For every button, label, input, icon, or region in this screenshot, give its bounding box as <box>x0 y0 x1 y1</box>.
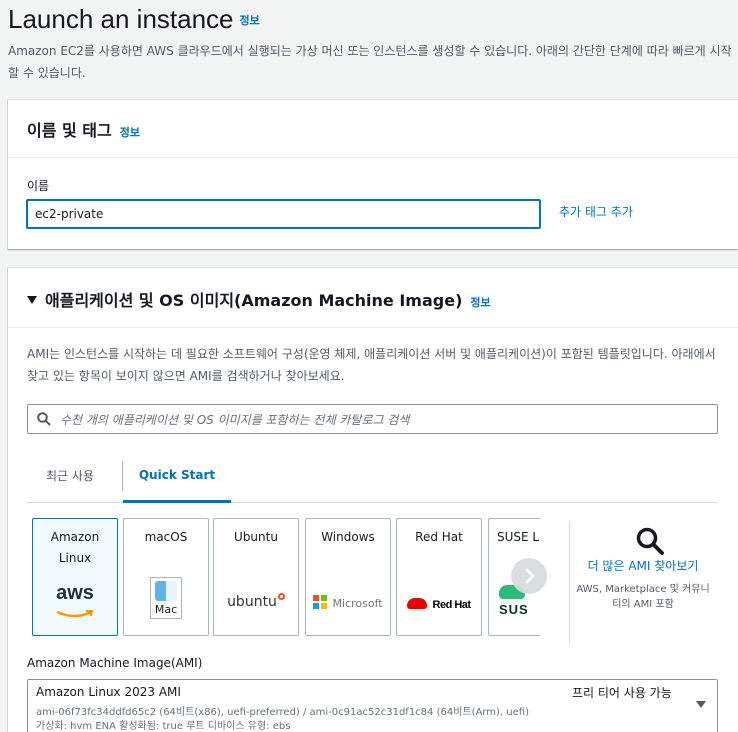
card-label: Amazon Linux <box>50 530 100 565</box>
ubuntu-circle-icon <box>277 593 285 600</box>
card-label: SUSE Li <box>497 530 540 544</box>
ami-panel: 애플리케이션 및 OS 이미지(Amazon Machine Image) 정보 … <box>8 268 738 732</box>
tab-quick-start[interactable]: Quick Start <box>123 461 231 503</box>
logo-text: ubuntu <box>227 594 277 610</box>
card-label: Windows <box>321 530 375 544</box>
ami-name: Amazon Linux 2023 AMI <box>36 685 181 699</box>
redhat-logo-icon: Red Hat <box>397 593 481 612</box>
card-label: macOS <box>144 530 188 544</box>
logo-text: Red Hat <box>432 599 472 611</box>
ami-label: Amazon Machine Image(AMI) <box>27 656 203 670</box>
ami-attributes: 가상화: hvm ENA 활성화됨: true 루트 디바이스 유형: ebs <box>36 721 291 732</box>
logo-text: aws <box>56 582 94 604</box>
aws-smile-icon <box>56 610 94 618</box>
logo-text: Microsoft <box>332 597 383 610</box>
ami-select[interactable]: Amazon Linux 2023 AMI ami-06f73fc34ddfd6… <box>27 679 718 732</box>
panel-title-text: 애플리케이션 및 OS 이미지(Amazon Machine Image) <box>45 291 463 310</box>
browse-more-amis-subtext: AWS, Marketplace 및 커뮤니티의 AMI 포함 <box>576 584 710 610</box>
panel-header: 이름 및 태그 정보 <box>8 100 738 158</box>
panel-header: 애플리케이션 및 OS 이미지(Amazon Machine Image) 정보 <box>8 268 738 328</box>
panel-title-text: 이름 및 태그 <box>27 121 112 140</box>
name-input[interactable]: ec2-private <box>26 199 541 229</box>
name-label: 이름 <box>27 179 50 193</box>
card-label: Ubuntu <box>234 530 278 544</box>
browse-more-amis-link[interactable]: 더 많은 AMI 찾아보기 <box>576 556 710 577</box>
page-title: Launch an instance 정보 <box>8 4 260 35</box>
info-link[interactable]: 정보 <box>120 126 140 139</box>
os-card-windows[interactable]: Windows Microsoft <box>305 518 391 636</box>
add-tag-link[interactable]: 추가 태그 추가 <box>559 203 633 220</box>
mac-finder-icon: Mac <box>124 577 208 619</box>
logo-text: Mac <box>154 603 178 616</box>
carousel-next-button[interactable] <box>511 558 547 594</box>
browse-more-amis: 더 많은 AMI 찾아보기 AWS, Marketplace 및 커뮤니티의 A… <box>576 522 710 612</box>
ami-id: ami-06f73fc34ddfd65c2 (64비트(x86), uefi-p… <box>36 707 529 718</box>
page-title-text: Launch an instance <box>8 4 234 34</box>
ami-section-title[interactable]: 애플리케이션 및 OS 이미지(Amazon Machine Image) 정보 <box>27 287 491 311</box>
page-description: Amazon EC2를 사용하면 AWS 클라우드에서 실행되는 가상 머신 또… <box>8 44 732 80</box>
collapse-caret-icon[interactable] <box>27 296 37 304</box>
info-link[interactable]: 정보 <box>240 15 260 27</box>
search-placeholder: 수천 개의 애플리케이션 및 OS 이미지를 포함하는 전체 카탈로그 검색 <box>60 413 410 427</box>
magnifier-icon <box>636 527 664 555</box>
os-card-red-hat[interactable]: Red Hat Red Hat <box>396 518 482 636</box>
os-card-amazon-linux[interactable]: Amazon Linux aws <box>32 518 118 636</box>
name-and-tags-title: 이름 및 태그 정보 <box>27 117 140 141</box>
divider <box>569 521 570 643</box>
card-label: Red Hat <box>415 530 463 544</box>
name-and-tags-panel: 이름 및 태그 정보 이름 ec2-private 추가 태그 추가 <box>8 100 738 249</box>
ami-description: AMI는 인스턴스를 시작하는 데 필요한 소프트웨어 구성(운영 체제, 애플… <box>27 347 716 383</box>
aws-logo-icon: aws <box>33 583 117 622</box>
tab-recent[interactable]: 최근 사용 <box>46 461 94 503</box>
ami-search-input[interactable]: 수천 개의 애플리케이션 및 OS 이미지를 포함하는 전체 카탈로그 검색 <box>27 404 718 434</box>
ubuntu-logo-icon: ubuntu <box>214 591 298 610</box>
redhat-hat-icon <box>407 598 428 609</box>
os-card-macos[interactable]: macOS Mac <box>123 518 209 636</box>
info-link[interactable]: 정보 <box>470 296 490 309</box>
os-card-ubuntu[interactable]: Ubuntu ubuntu <box>213 518 299 636</box>
free-tier-badge: 프리 티어 사용 가능 <box>572 686 672 700</box>
windows-squares-icon <box>313 595 328 609</box>
microsoft-logo-icon: Microsoft <box>306 592 390 611</box>
search-icon <box>37 412 51 426</box>
ami-tabs: 최근 사용 Quick Start <box>27 461 718 503</box>
chevron-right-icon <box>525 568 535 584</box>
logo-text: SUS <box>499 602 529 617</box>
dropdown-caret-icon <box>696 701 706 708</box>
